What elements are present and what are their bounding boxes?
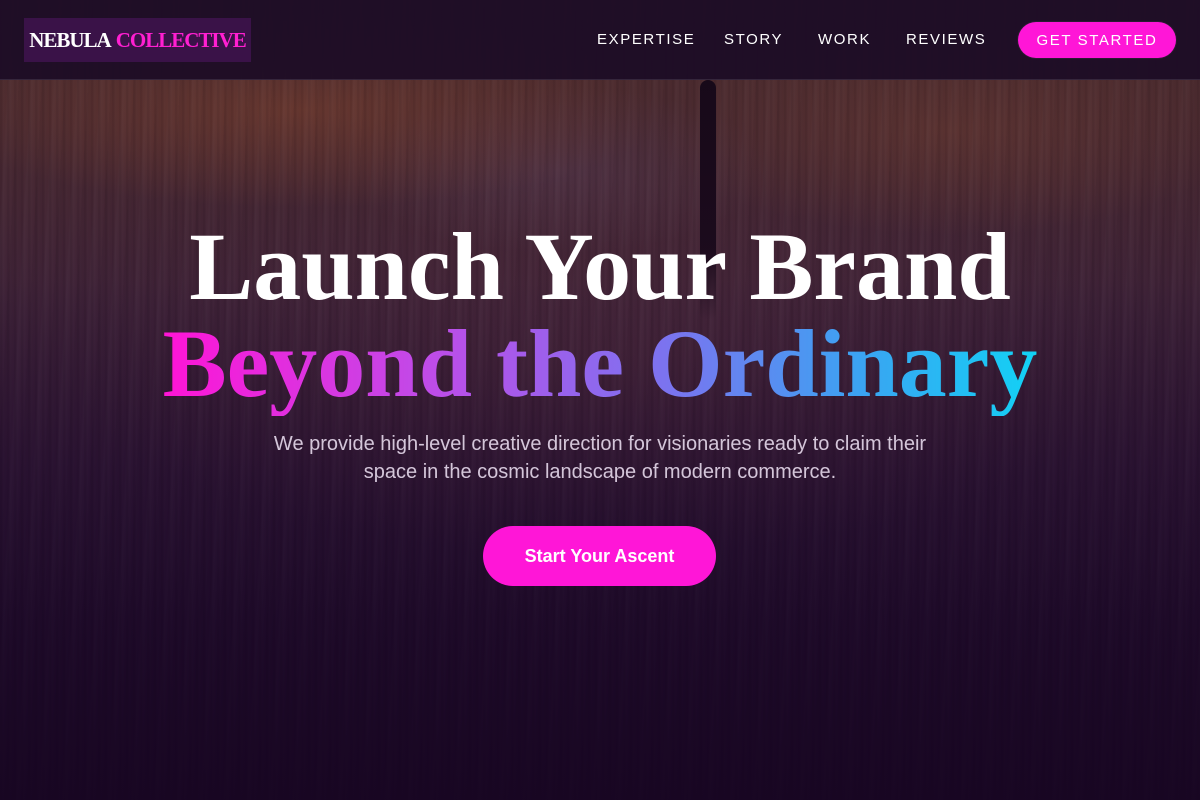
hero-headline-line2-wrapper: Beyond the Ordinary — [0, 312, 1200, 416]
nav-link-expertise[interactable]: EXPERTISE — [597, 30, 695, 50]
site-header: NEBULA COLLECTIVE EXPERTISE STORY WORK R… — [0, 0, 1200, 80]
nav-link-reviews[interactable]: REVIEWS — [906, 30, 986, 50]
nav-link-story[interactable]: STORY — [724, 30, 783, 50]
brand-word-accent: COLLECTIVE — [115, 27, 247, 52]
hero-headline-line1: Launch Your Brand — [189, 213, 1011, 320]
start-your-ascent-button[interactable]: Start Your Ascent — [483, 526, 716, 586]
brand-logo[interactable]: NEBULA COLLECTIVE — [24, 18, 251, 62]
hero-subtext: We provide high-level creative direction… — [273, 433, 927, 483]
brand-word-primary: NEBULA — [29, 27, 112, 52]
hero-headline-line2: Beyond the Ordinary — [162, 310, 1038, 417]
nav-link-work[interactable]: WORK — [818, 30, 871, 50]
get-started-button[interactable]: GET STARTED — [1018, 22, 1176, 58]
